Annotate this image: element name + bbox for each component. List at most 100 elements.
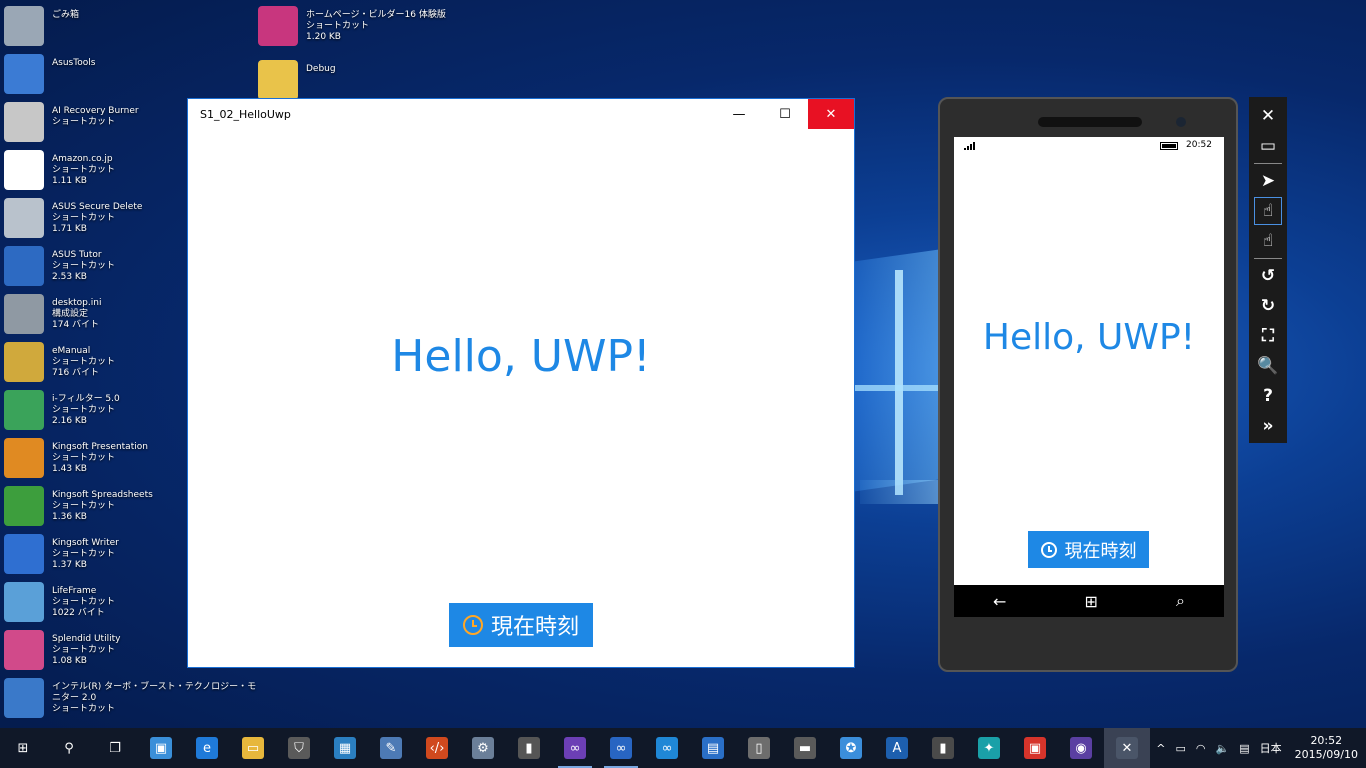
desktop-icon[interactable]: インテル(R) ターボ・ブースト・テクノロジー・モ ニター 2.0 ショートカット xyxy=(4,678,256,724)
desktop-icon-label: AsusTools xyxy=(52,54,95,69)
taskbar-app-3-button[interactable]: ✎ xyxy=(368,728,414,768)
taskbar-visual-studio-button[interactable]: ∞ xyxy=(552,728,598,768)
rotate-left-button[interactable]: ↺ xyxy=(1254,262,1282,290)
phone-current-time-button[interactable]: 現在時刻 xyxy=(1028,531,1149,568)
fit-screen-icon: ⛶ xyxy=(1262,326,1274,346)
desktop-icon-text: 1.36 KB xyxy=(52,512,87,522)
desktop-icon[interactable]: ホームページ・ビルダー16 体験版 ショートカット 1.20 KB xyxy=(258,6,446,52)
phone-screen: 20:52 Hello, UWP! 現在時刻 ← ⊞ ⌕ xyxy=(954,137,1224,617)
app-14-icon: ▣ xyxy=(1024,737,1046,759)
ime-indicator[interactable]: 日本 xyxy=(1255,740,1287,756)
help-button[interactable]: ? xyxy=(1254,382,1282,410)
desktop-icon[interactable]: Kingsoft Spreadsheets ショートカット 1.36 KB xyxy=(4,486,179,532)
emulator-close-button[interactable]: ✕ xyxy=(1254,102,1282,130)
battery-icon[interactable]: ▭ xyxy=(1170,742,1190,755)
app-10-icon: ✪ xyxy=(840,737,862,759)
taskbar-app-7-button[interactable]: ▤ xyxy=(690,728,736,768)
taskbar-explorer-button[interactable]: ▭ xyxy=(230,728,276,768)
maximize-button[interactable]: ☐ xyxy=(762,99,808,129)
shortcut-icon xyxy=(4,150,44,190)
shortcut-icon xyxy=(4,6,44,46)
taskbar-edge-button[interactable]: e xyxy=(184,728,230,768)
wallpaper-beam xyxy=(845,385,945,391)
additional-tools-button[interactable]: » xyxy=(1254,412,1282,440)
taskbar-app-10-button[interactable]: ✪ xyxy=(828,728,874,768)
desktop-icon-text: ショートカット xyxy=(52,405,116,415)
taskbar-app-8-button[interactable]: ▯ xyxy=(736,728,782,768)
desktop-icon[interactable]: Kingsoft Writer ショートカット 1.37 KB xyxy=(4,534,179,580)
taskbar-app-14-button[interactable]: ▣ xyxy=(1012,728,1058,768)
taskbar-visual-studio-2-button[interactable]: ∞ xyxy=(598,728,644,768)
single-touch-button[interactable]: ☝ xyxy=(1254,197,1282,225)
volume-icon[interactable]: 🔈 xyxy=(1210,742,1234,755)
multi-touch-button[interactable]: ☝ xyxy=(1254,227,1282,255)
desktop-icon[interactable]: desktop.ini 構成設定 174 バイト xyxy=(4,294,179,340)
search-icon: ⚲ xyxy=(64,740,74,756)
taskbar-app-9-button[interactable]: ▬ xyxy=(782,728,828,768)
desktop-icon[interactable]: eManual ショートカット 716 バイト xyxy=(4,342,179,388)
taskbar-app-2-button[interactable]: ▦ xyxy=(322,728,368,768)
taskbar-start-button[interactable]: ⊞ xyxy=(0,728,46,768)
clock-icon xyxy=(1040,541,1057,558)
desktop-icon[interactable]: ASUS Tutor ショートカット 2.53 KB xyxy=(4,246,179,292)
window-title: S1_02_HelloUwp xyxy=(200,107,291,121)
fit-to-screen-button[interactable]: ⛶ xyxy=(1254,322,1282,350)
desktop-icon[interactable]: i-フィルター 5.0 ショートカット 2.16 KB xyxy=(4,390,179,436)
taskbar-clock[interactable]: 20:52 2015/09/10 xyxy=(1287,734,1366,762)
emulator-minimize-button[interactable]: ▭ xyxy=(1254,132,1282,160)
shortcut-icon xyxy=(258,60,298,100)
notification-icon[interactable]: ▤ xyxy=(1234,742,1254,755)
desktop-icon[interactable]: LifeFrame ショートカット 1022 バイト xyxy=(4,582,179,628)
window-titlebar[interactable]: S1_02_HelloUwp — ☐ ✕ xyxy=(188,99,854,129)
desktop-icon[interactable]: Splendid Utility ショートカット 1.08 KB xyxy=(4,630,179,676)
phone-current-time-label: 現在時刻 xyxy=(1064,540,1137,562)
desktop-icon-label: Splendid Utility ショートカット 1.08 KB xyxy=(52,630,120,667)
taskbar-task-view-button[interactable]: ❐ xyxy=(92,728,138,768)
vs-code-icon: ∞ xyxy=(656,737,678,759)
app-15-icon: ◉ xyxy=(1070,737,1092,759)
desktop-icon-label: ASUS Tutor ショートカット 2.53 KB xyxy=(52,246,115,283)
taskbar-app-5-button[interactable]: ⚙ xyxy=(460,728,506,768)
desktop-icon-label: ごみ箱 xyxy=(52,6,79,21)
zoom-button[interactable]: 🔍 xyxy=(1254,352,1282,380)
taskbar-app-12-button[interactable]: ▮ xyxy=(920,728,966,768)
desktop-icon-text: ショートカット xyxy=(52,117,116,127)
desktop-icon[interactable]: AI Recovery Burner ショートカット xyxy=(4,102,179,148)
search-icon[interactable]: ⌕ xyxy=(1176,591,1185,611)
desktop-icon[interactable]: Kingsoft Presentation ショートカット 1.43 KB xyxy=(4,438,179,484)
taskbar-app-16-button[interactable]: ✕ xyxy=(1104,728,1150,768)
desktop-icon-text: ショートカット xyxy=(52,213,116,223)
desktop-icon-text: AI Recovery Burner xyxy=(52,106,139,116)
current-time-button[interactable]: 現在時刻 xyxy=(449,603,593,647)
taskbar-app-15-button[interactable]: ◉ xyxy=(1058,728,1104,768)
taskbar-search-button[interactable]: ⚲ xyxy=(46,728,92,768)
taskbar-app-1-button[interactable]: ▣ xyxy=(138,728,184,768)
rotate-right-button[interactable]: ↻ xyxy=(1254,292,1282,320)
desktop-icon[interactable]: AsusTools xyxy=(4,54,179,100)
desktop-icon-label: Kingsoft Writer ショートカット 1.37 KB xyxy=(52,534,119,571)
tray-chevron-icon[interactable]: ^ xyxy=(1151,742,1170,755)
pointer-input-button[interactable]: ➤ xyxy=(1254,167,1282,195)
back-arrow-icon[interactable]: ← xyxy=(993,592,1006,611)
app-5-icon: ⚙ xyxy=(472,737,494,759)
taskbar-vs-code-button[interactable]: ∞ xyxy=(644,728,690,768)
desktop-icon[interactable]: ASUS Secure Delete ショートカット 1.71 KB xyxy=(4,198,179,244)
visual-studio-2-icon: ∞ xyxy=(610,737,632,759)
taskbar-app-11-button[interactable]: A xyxy=(874,728,920,768)
visual-studio-icon: ∞ xyxy=(564,737,586,759)
taskbar-app-6-button[interactable]: ▮ xyxy=(506,728,552,768)
help-icon: ? xyxy=(1263,386,1273,406)
taskbar-app-4-button[interactable]: ‹/› xyxy=(414,728,460,768)
desktop-icon[interactable]: Amazon.co.jp ショートカット 1.11 KB xyxy=(4,150,179,196)
windows-start-icon[interactable]: ⊞ xyxy=(1085,592,1098,611)
minimize-button[interactable]: — xyxy=(716,99,762,129)
desktop-icon-text: 1.37 KB xyxy=(52,560,87,570)
app-7-icon: ▤ xyxy=(702,737,724,759)
close-button[interactable]: ✕ xyxy=(808,99,854,129)
desktop-icon[interactable]: ごみ箱 xyxy=(4,6,179,52)
shortcut-icon xyxy=(4,678,44,718)
wifi-icon[interactable]: ◠ xyxy=(1191,742,1211,755)
taskbar-store-button[interactable]: ⛉ xyxy=(276,728,322,768)
taskbar: ⊞ ⚲ ❐ ▣ e ▭ ⛉ ▦ ✎ ‹/› ⚙ ▮ ∞ ∞ ∞ ▤ ▯ ▬ ✪ A ▮ ✦ ▣ ◉ ✕ ^ ▭ ◠ 🔈 ▤ 日本… xyxy=(0,728,1366,768)
taskbar-app-13-button[interactable]: ✦ xyxy=(966,728,1012,768)
